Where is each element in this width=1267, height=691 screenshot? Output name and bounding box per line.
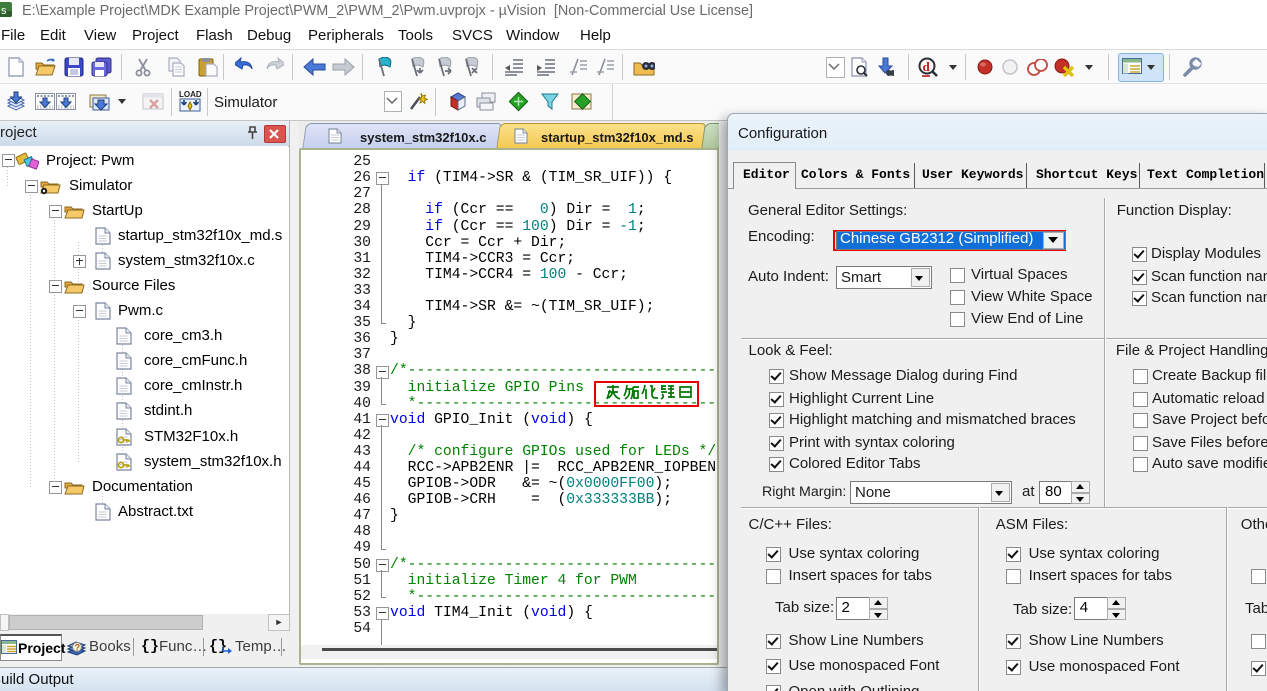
- svg-text:d: d: [923, 59, 931, 74]
- svg-text:s: s: [1, 5, 7, 17]
- svg-text:?: ?: [75, 643, 81, 653]
- svg-text:LOAD: LOAD: [179, 90, 202, 99]
